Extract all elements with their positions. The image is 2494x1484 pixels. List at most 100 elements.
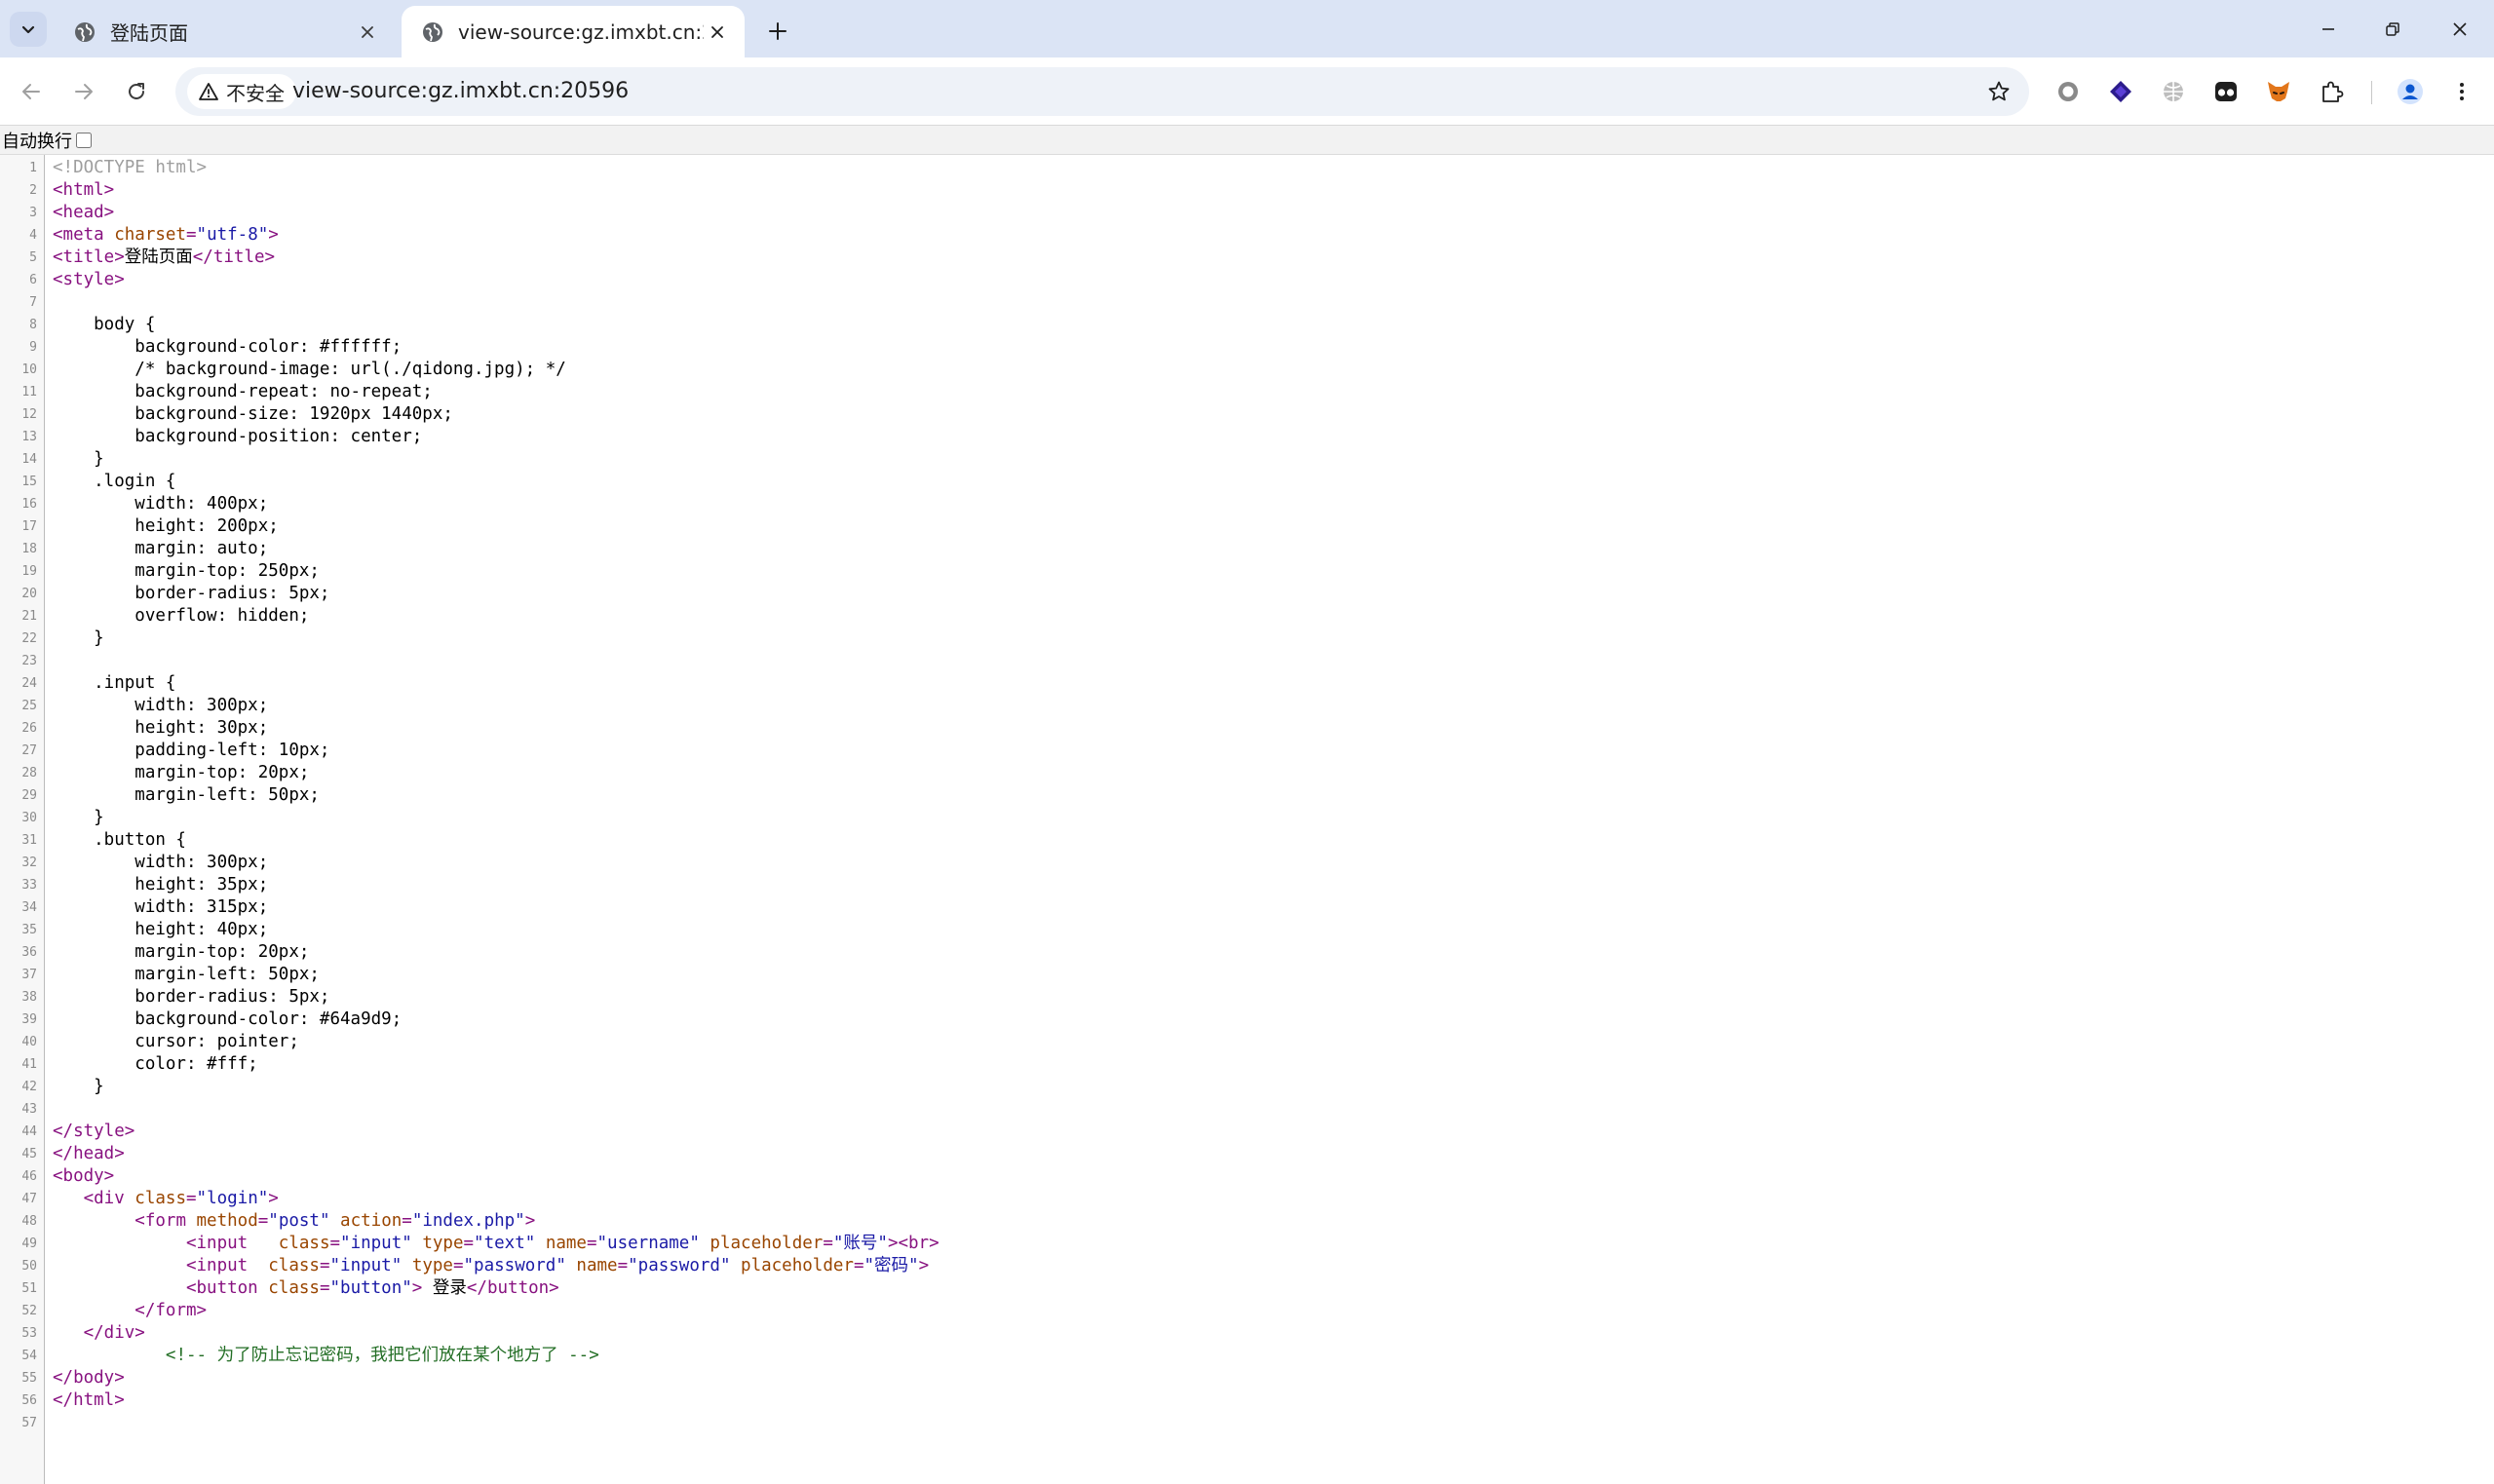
- line-number: 53: [21, 1326, 37, 1341]
- window-close-button[interactable]: [2426, 0, 2494, 57]
- url-text[interactable]: view-source:gz.imxbt.cn:20596: [292, 67, 629, 116]
- browser-menu-button[interactable]: [2444, 74, 2479, 109]
- code-token: "password": [463, 1256, 566, 1275]
- tab-view-source[interactable]: view-source:gz.imxbt.cn:20596: [402, 6, 745, 57]
- code-token: =: [329, 1234, 341, 1253]
- source-line: 1 <!DOCTYPE html>: [0, 157, 207, 179]
- code-token: =: [452, 1256, 464, 1275]
- code-token: background-repeat: no-repeat;: [53, 382, 433, 401]
- tab-close-button[interactable]: [354, 19, 381, 46]
- extension-layers-button[interactable]: [2103, 74, 2138, 109]
- puzzle-icon: [2322, 81, 2344, 102]
- line-content: </div>: [53, 1322, 145, 1345]
- line-number: 1: [29, 161, 37, 175]
- source-line: 15 .login {: [0, 471, 175, 493]
- minimize-icon: [2322, 27, 2334, 30]
- code-token: =: [463, 1234, 475, 1253]
- code-token: "index.php": [411, 1211, 525, 1231]
- extension-glasses-button[interactable]: [2208, 74, 2244, 109]
- line-content: /* background-image: url(./qidong.jpg); …: [53, 359, 566, 381]
- forward-button[interactable]: [62, 70, 105, 113]
- back-button[interactable]: [10, 70, 53, 113]
- source-line: 16 width: 400px;: [0, 493, 268, 515]
- code-token: background-size: 1920px 1440px;: [53, 404, 453, 424]
- code-token: "input": [340, 1234, 412, 1253]
- code-token: =: [319, 1256, 330, 1275]
- code-token: =: [185, 225, 197, 245]
- security-chip[interactable]: 不安全: [187, 74, 296, 109]
- line-content: <style>: [53, 269, 125, 291]
- line-content: <title>登陆页面</title>: [53, 247, 275, 269]
- line-number: 4: [29, 228, 37, 243]
- code-token: color: #fff;: [53, 1054, 258, 1074]
- tab-login-page[interactable]: 登陆页面: [54, 6, 395, 57]
- line-content: </form>: [53, 1300, 207, 1322]
- line-wrap-checkbox[interactable]: [76, 132, 92, 148]
- extension-fox-button[interactable]: [2261, 74, 2296, 109]
- bookmark-button[interactable]: [1982, 75, 2015, 108]
- line-number: 57: [21, 1416, 37, 1430]
- restore-button[interactable]: [2359, 0, 2427, 57]
- address-bar[interactable]: 不安全 view-source:gz.imxbt.cn:20596: [175, 67, 2029, 116]
- line-wrap-label[interactable]: 自动换行: [2, 128, 72, 153]
- line-number: 13: [21, 430, 37, 444]
- line-number: 36: [21, 945, 37, 960]
- source-line: 55 </body>: [0, 1367, 124, 1389]
- line-content: border-radius: 5px;: [53, 986, 329, 1008]
- tab-search-button[interactable]: [10, 12, 47, 47]
- code-token: background-color: #ffffff;: [53, 337, 403, 357]
- code-token: height: 35px;: [53, 875, 269, 894]
- line-number: 11: [21, 385, 37, 400]
- code-token: =: [617, 1256, 629, 1275]
- code-token: "post": [268, 1211, 330, 1231]
- code-token: </form>: [134, 1301, 208, 1320]
- line-content: <div class="login">: [53, 1188, 279, 1210]
- code-token: <html>: [53, 180, 115, 200]
- code-token: .login {: [53, 472, 176, 491]
- source-line: 36 margin-top: 20px;: [0, 941, 309, 964]
- code-token: margin-top: 20px;: [53, 763, 310, 782]
- code-token: placeholder: [741, 1256, 854, 1275]
- extension-icon: [2110, 81, 2131, 102]
- code-token: method: [196, 1211, 258, 1231]
- source-line: 23: [0, 650, 37, 672]
- extension-record-button[interactable]: [2051, 74, 2086, 109]
- code-token: cursor: pointer;: [53, 1032, 299, 1051]
- source-line: 25 width: 300px;: [0, 695, 268, 717]
- line-number: 50: [21, 1259, 37, 1274]
- line-number: 24: [21, 676, 37, 691]
- code-token: width: 400px;: [53, 494, 269, 514]
- code-token: <style>: [53, 270, 125, 289]
- code-token: >: [268, 1189, 279, 1208]
- code-token: name: [576, 1256, 618, 1275]
- source-line: 2 <html>: [0, 179, 114, 202]
- source-line: 7: [0, 291, 37, 314]
- source-line: 12 background-size: 1920px 1440px;: [0, 403, 453, 426]
- code-token: type: [411, 1256, 453, 1275]
- source-line: 33 height: 35px;: [0, 874, 268, 896]
- source-line: 39 background-color: #64a9d9;: [0, 1008, 402, 1031]
- extension-globe-button[interactable]: [2156, 74, 2191, 109]
- line-content: .login {: [53, 471, 175, 493]
- line-number: 37: [21, 968, 37, 982]
- back-icon: [22, 84, 40, 99]
- toolbar-divider: [2371, 81, 2372, 104]
- star-icon: [1988, 81, 2010, 101]
- minimize-button[interactable]: [2294, 0, 2362, 57]
- code-token: =: [402, 1211, 412, 1231]
- source-line: 56 </html>: [0, 1389, 124, 1412]
- profile-button[interactable]: [2393, 74, 2428, 109]
- line-content: margin: auto;: [53, 538, 268, 560]
- new-tab-button[interactable]: [760, 14, 795, 49]
- extensions-menu-button[interactable]: [2314, 74, 2349, 109]
- tab-close-button[interactable]: [704, 19, 731, 46]
- line-number: 32: [21, 856, 37, 870]
- line-content: }: [53, 1076, 104, 1098]
- code-token: <form: [134, 1211, 197, 1231]
- close-icon: [711, 25, 723, 38]
- source-line: 38 border-radius: 5px;: [0, 986, 329, 1008]
- line-content: height: 200px;: [53, 515, 279, 538]
- reload-button[interactable]: [115, 70, 158, 113]
